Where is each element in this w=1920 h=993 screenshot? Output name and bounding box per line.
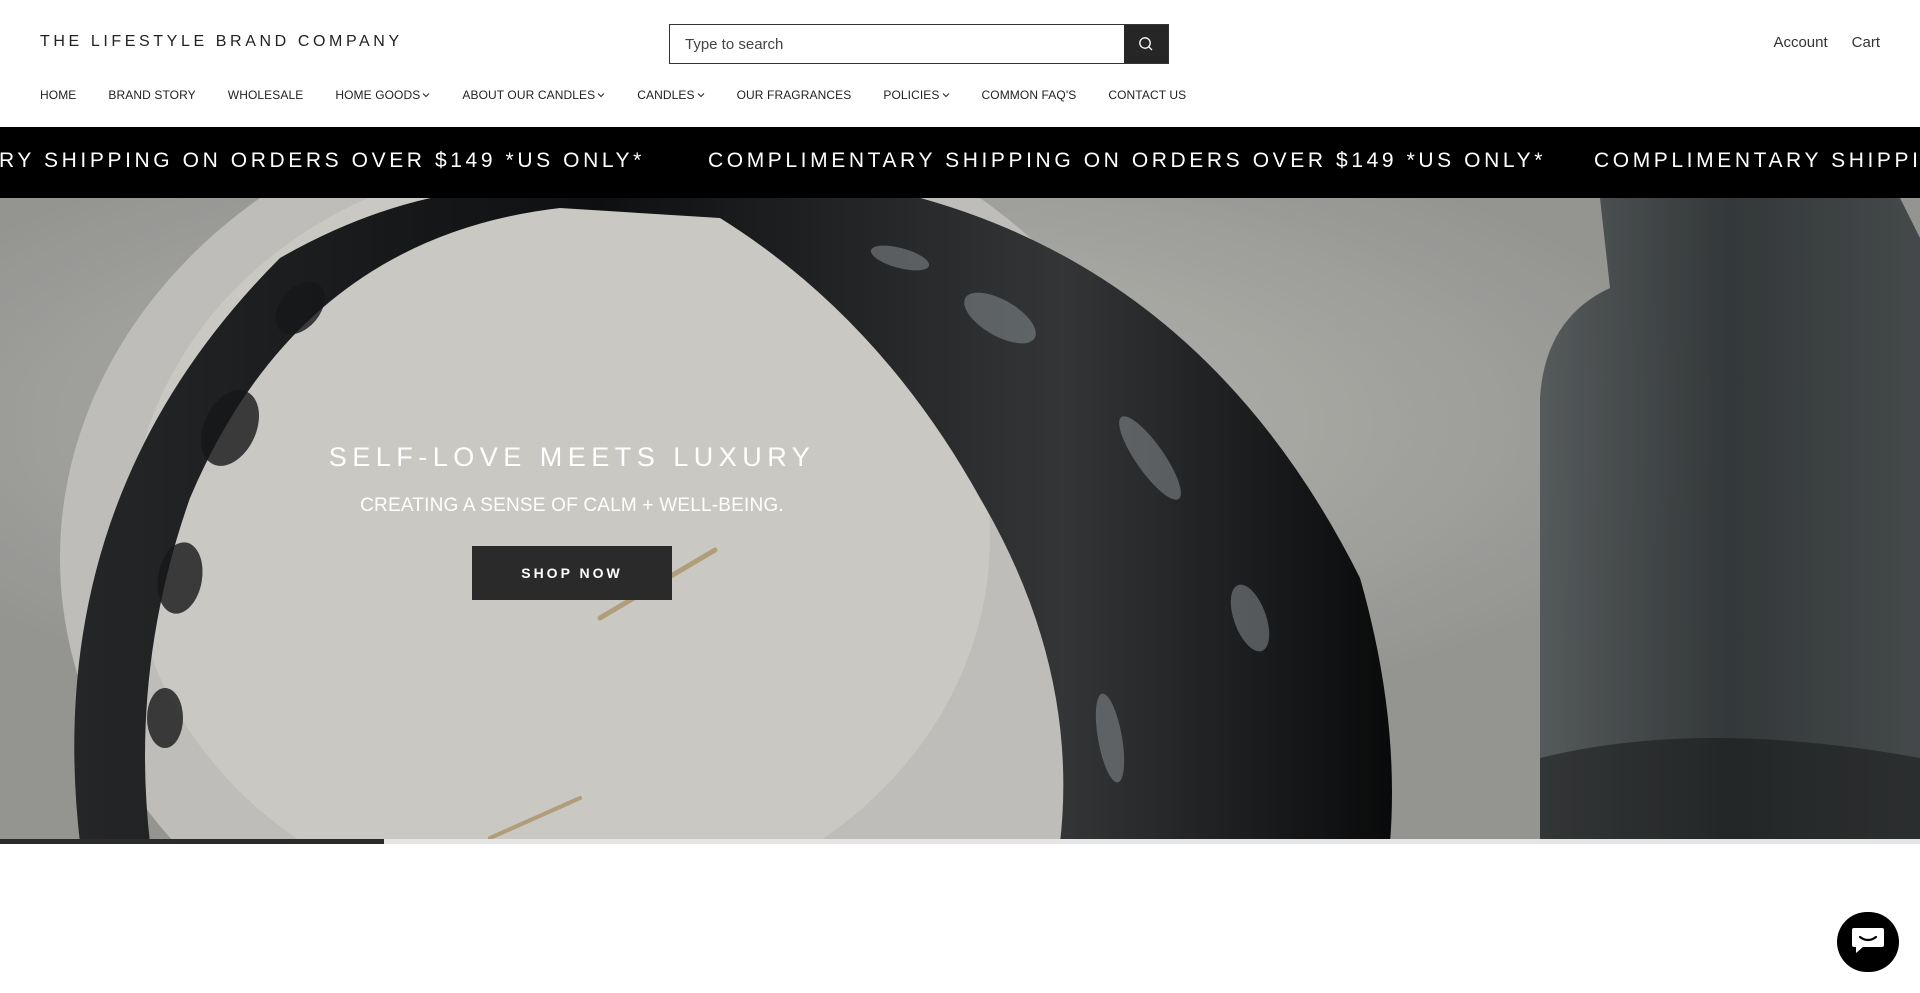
account-link[interactable]: Account bbox=[1773, 34, 1827, 51]
chat-button[interactable] bbox=[1837, 912, 1899, 972]
nav-item-faqs[interactable]: COMMON FAQ'S bbox=[982, 88, 1077, 102]
chat-icon bbox=[1850, 925, 1886, 960]
nav-item-contact[interactable]: CONTACT US bbox=[1108, 88, 1186, 102]
hero-image bbox=[0, 198, 1920, 843]
nav-item-label: CANDLES bbox=[637, 88, 695, 102]
main-nav: HOME BRAND STORY WHOLESALE HOME GOODS AB… bbox=[40, 88, 1218, 102]
site-header: THE LIFESTYLE BRAND COMPANY Account Cart… bbox=[0, 0, 1920, 127]
brand-logo[interactable]: THE LIFESTYLE BRAND COMPANY bbox=[40, 33, 403, 51]
chevron-down-icon bbox=[422, 92, 430, 98]
chevron-down-icon bbox=[597, 92, 605, 98]
nav-item-label: COMMON FAQ'S bbox=[981, 88, 1077, 102]
nav-item-home[interactable]: HOME bbox=[40, 88, 76, 102]
nav-item-policies[interactable]: POLICIES bbox=[883, 88, 949, 102]
hero-slideshow: SELF-LOVE MEETS LUXURY CREATING A SENSE … bbox=[0, 198, 1920, 843]
nav-item-label: ABOUT OUR CANDLES bbox=[462, 88, 596, 102]
hero-title: SELF-LOVE MEETS LUXURY bbox=[328, 442, 816, 472]
chevron-down-icon bbox=[697, 92, 705, 98]
announcement-bar: RY SHIPPING ON ORDERS OVER $149 *US ONLY… bbox=[0, 127, 1920, 198]
hero-subtitle: CREATING A SENSE OF CALM + WELL-BEING. bbox=[360, 495, 784, 516]
nav-item-label: WHOLESALE bbox=[227, 88, 304, 102]
announcement-text: COMPLIMENTARY SHIPPIN bbox=[1594, 149, 1920, 172]
nav-item-about-candles[interactable]: ABOUT OUR CANDLES bbox=[462, 88, 605, 102]
chevron-down-icon bbox=[942, 92, 950, 98]
nav-item-label: HOME GOODS bbox=[335, 88, 421, 102]
nav-item-label: HOME bbox=[40, 88, 77, 102]
announcement-text: COMPLIMENTARY SHIPPING ON ORDERS OVER $1… bbox=[708, 149, 1546, 172]
search-input[interactable] bbox=[670, 25, 1124, 63]
nav-item-home-goods[interactable]: HOME GOODS bbox=[335, 88, 430, 102]
nav-item-label: POLICIES bbox=[883, 88, 940, 102]
shop-now-button[interactable]: SHOP NOW bbox=[472, 546, 672, 600]
search-bar bbox=[669, 24, 1169, 64]
search-icon bbox=[1138, 36, 1154, 52]
nav-item-label: BRAND STORY bbox=[108, 88, 196, 102]
slideshow-progress bbox=[0, 839, 1920, 844]
nav-item-fragrances[interactable]: OUR FRAGRANCES bbox=[737, 88, 852, 102]
nav-item-label: OUR FRAGRANCES bbox=[736, 88, 852, 102]
header-actions: Account Cart bbox=[1773, 34, 1880, 51]
search-button[interactable] bbox=[1124, 25, 1168, 63]
nav-item-brand-story[interactable]: BRAND STORY bbox=[108, 88, 195, 102]
hero-text-block: SELF-LOVE MEETS LUXURY CREATING A SENSE … bbox=[222, 442, 922, 517]
announcement-text: RY SHIPPING ON ORDERS OVER $149 *US ONLY… bbox=[0, 149, 645, 172]
nav-item-label: CONTACT US bbox=[1108, 88, 1187, 102]
nav-item-candles[interactable]: CANDLES bbox=[637, 88, 704, 102]
cart-link[interactable]: Cart bbox=[1852, 34, 1880, 51]
slideshow-progress-fill bbox=[0, 839, 384, 844]
nav-item-wholesale[interactable]: WHOLESALE bbox=[228, 88, 304, 102]
